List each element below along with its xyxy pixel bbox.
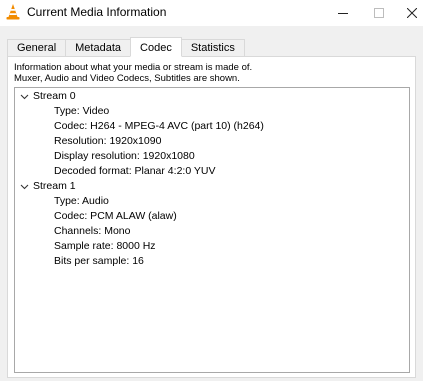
window-title: Current Media Information	[27, 5, 167, 19]
tree-item-stream-0[interactable]: Stream 0	[33, 90, 76, 103]
maximize-button[interactable]	[364, 0, 394, 26]
tab-codec[interactable]: Codec	[130, 37, 182, 57]
codec-description: Information about what your media or str…	[14, 62, 252, 84]
dialog-content: General Metadata Codec Statistics Inform…	[0, 26, 423, 381]
tab-general[interactable]: General	[7, 39, 67, 56]
codec-panel: Information about what your media or str…	[7, 56, 416, 378]
tab-bar: General Metadata Codec Statistics	[7, 36, 245, 57]
close-icon	[407, 8, 417, 18]
tree-item-detail[interactable]: Decoded format: Planar 4:2:0 YUV	[54, 165, 215, 178]
tree-item-detail[interactable]: Resolution: 1920x1090	[54, 135, 161, 148]
tab-metadata[interactable]: Metadata	[65, 39, 132, 56]
title-bar[interactable]: Current Media Information	[0, 0, 423, 26]
vlc-cone-icon	[6, 4, 20, 20]
tree-item-detail[interactable]: Type: Audio	[54, 195, 109, 208]
tree-item-detail[interactable]: Type: Video	[54, 105, 109, 118]
tree-item-detail[interactable]: Display resolution: 1920x1080	[54, 150, 195, 163]
stream-tree[interactable]: Stream 0 Type: Video Codec: H264 - MPEG-…	[14, 87, 410, 373]
tree-item-detail[interactable]: Sample rate: 8000 Hz	[54, 240, 156, 253]
maximize-icon	[374, 8, 384, 18]
tree-item-detail[interactable]: Bits per sample: 16	[54, 255, 144, 268]
tab-statistics[interactable]: Statistics	[180, 39, 245, 56]
minimize-button[interactable]	[328, 0, 358, 26]
chevron-down-icon[interactable]	[20, 182, 29, 191]
close-button[interactable]	[397, 0, 423, 26]
codec-description-line-1: Information about what your media or str…	[14, 62, 253, 73]
chevron-down-icon[interactable]	[20, 92, 29, 101]
tree-item-stream-1[interactable]: Stream 1	[33, 180, 76, 193]
tree-item-detail[interactable]: Codec: PCM ALAW (alaw)	[54, 210, 177, 223]
media-info-window: Current Media Information General Metada…	[0, 0, 423, 381]
tree-item-detail[interactable]: Channels: Mono	[54, 225, 130, 238]
minimize-icon	[338, 13, 348, 14]
codec-description-line-2: Muxer, Audio and Video Codecs, Subtitles…	[14, 73, 240, 84]
tree-item-detail[interactable]: Codec: H264 - MPEG-4 AVC (part 10) (h264…	[54, 120, 264, 133]
